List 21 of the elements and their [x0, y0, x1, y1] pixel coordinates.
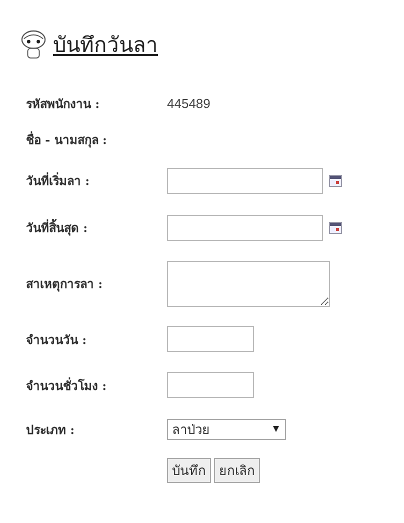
date-field[interactable]: [167, 214, 323, 240]
field-label: สาเหตุการลา :: [26, 276, 104, 293]
field-label: รหัสพนักงาน :: [26, 96, 101, 112]
input-field[interactable]: [167, 372, 254, 398]
field-value: 445489: [167, 96, 210, 110]
field-label: วันที่เริ่มลา :: [26, 171, 91, 190]
cancel-button[interactable]: ยกเลิก: [214, 458, 260, 482]
field-label: วันที่สิ้นสุด :: [26, 218, 167, 237]
page-title: บันทึกวันลา: [53, 32, 158, 58]
date-field[interactable]: [167, 168, 323, 194]
input-field[interactable]: [167, 326, 254, 352]
field-label: ประเภท :: [26, 422, 76, 438]
calendar-icon[interactable]: [329, 174, 342, 186]
field-label: จำนวนชั่วโมง :: [26, 376, 108, 394]
reason-field[interactable]: [167, 260, 330, 306]
cartoon-figure-icon: [20, 28, 47, 60]
type-dropdown[interactable]: ลาป่วย: [167, 418, 286, 440]
save-button[interactable]: บันทึก: [167, 458, 211, 482]
field-label: จำนวนวัน :: [26, 332, 88, 348]
calendar-icon[interactable]: [329, 222, 342, 234]
field-label: ชื่อ - นามสกุล :: [26, 130, 108, 148]
